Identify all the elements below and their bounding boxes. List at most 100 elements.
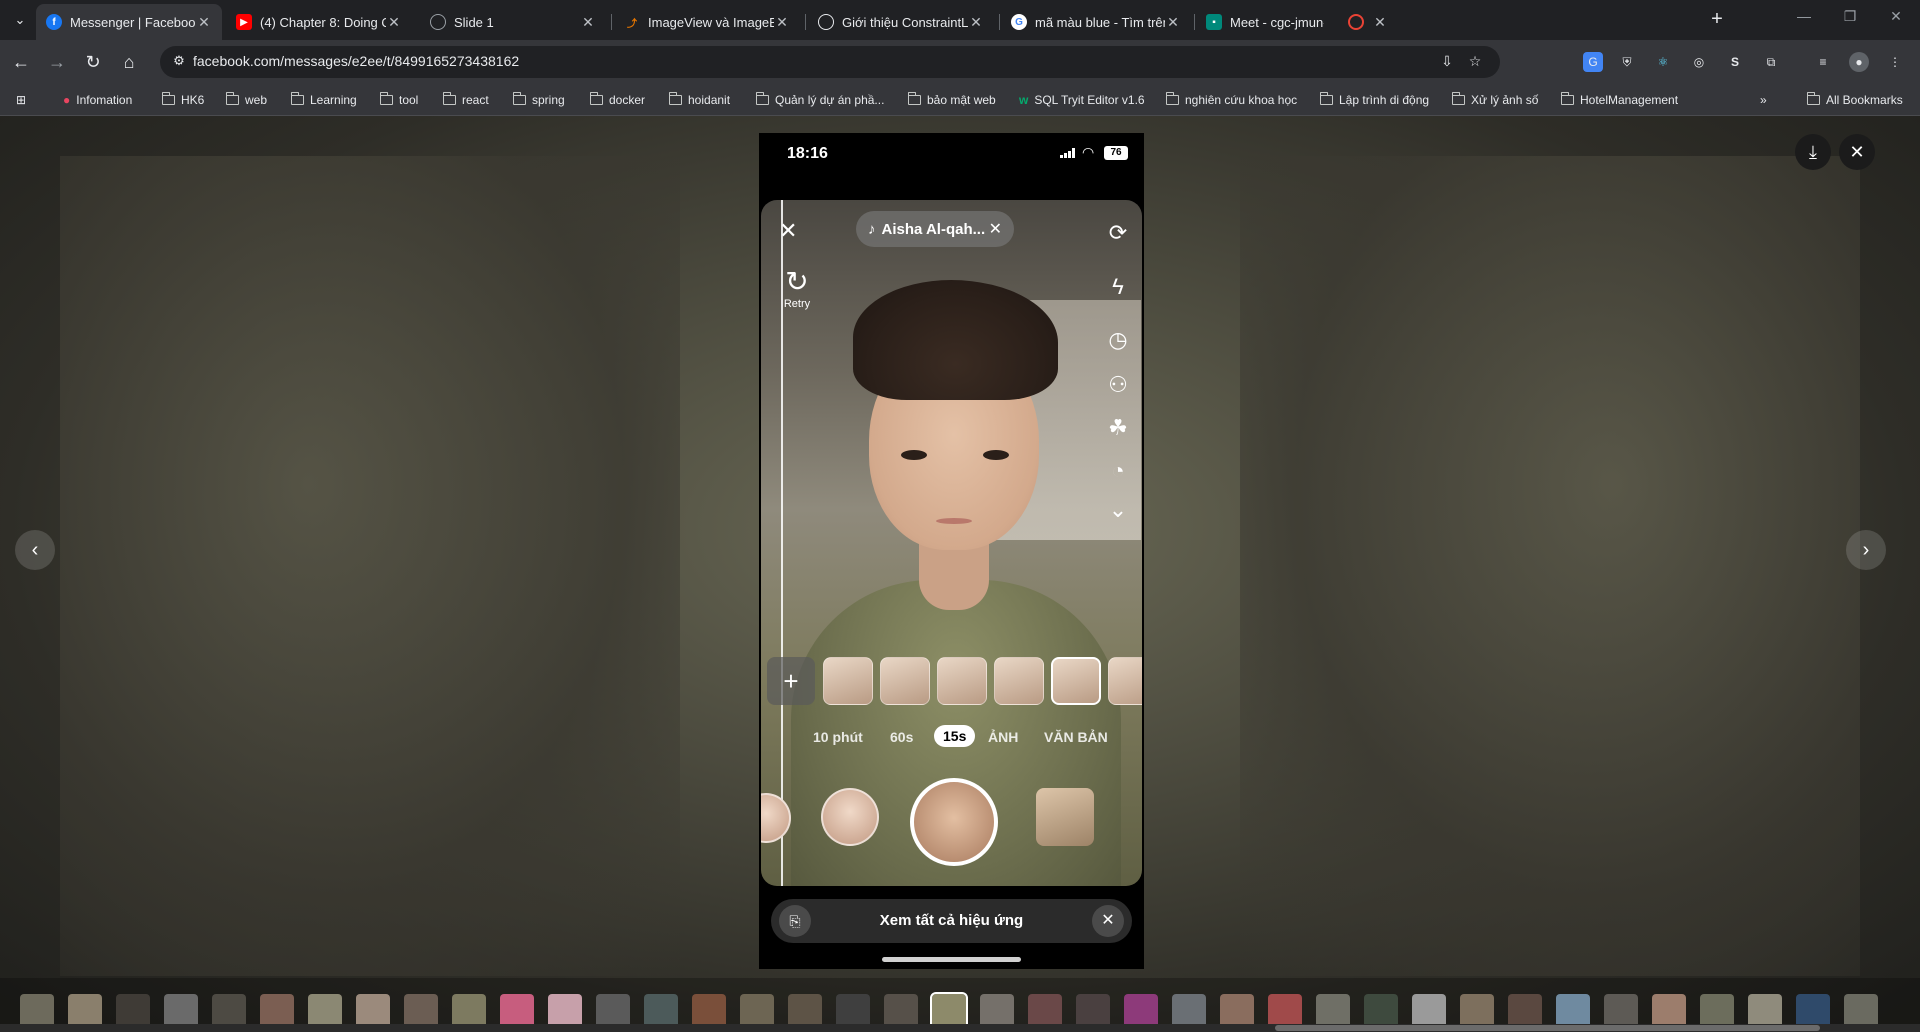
bookmark-folder-hoidanit[interactable]: hoidanit	[668, 90, 730, 110]
media-thumbnail[interactable]	[884, 994, 918, 1028]
media-thumbnail[interactable]	[1124, 994, 1158, 1028]
media-thumbnail[interactable]	[308, 994, 342, 1028]
apps-icon[interactable]: ⊞	[16, 90, 26, 110]
media-thumbnail[interactable]	[116, 994, 150, 1028]
media-thumbnail[interactable]	[1748, 994, 1782, 1028]
download-icon[interactable]: ⤓	[1795, 134, 1831, 170]
media-thumbnail[interactable]	[644, 994, 678, 1028]
bookmark-star-icon[interactable]: ☆	[1466, 53, 1484, 71]
media-thumbnail[interactable]	[596, 994, 630, 1028]
media-thumbnail[interactable]	[212, 994, 246, 1028]
bookmark-folder-web[interactable]: web	[225, 90, 267, 110]
media-thumbnail[interactable]	[1412, 994, 1446, 1028]
media-thumbnail[interactable]	[500, 994, 534, 1028]
media-thumbnail[interactable]	[1172, 994, 1206, 1028]
all-bookmarks-folder[interactable]: All Bookmarks	[1806, 90, 1903, 110]
media-thumbnail[interactable]	[164, 994, 198, 1028]
next-media-button[interactable]: ›	[1846, 530, 1886, 570]
media-control-icon[interactable]: ≡	[1813, 52, 1833, 72]
tab-meet[interactable]: ▪ Meet - cgc-jmun-hgn	[1196, 4, 1334, 40]
media-thumbnail[interactable]	[1028, 994, 1062, 1028]
close-tab-icon[interactable]: ✕	[386, 14, 402, 31]
media-thumbnail[interactable]	[1220, 994, 1254, 1028]
media-thumbnail[interactable]	[1796, 994, 1830, 1028]
record-extension-icon[interactable]: ◎	[1689, 52, 1709, 72]
media-thumbnail[interactable]	[1316, 994, 1350, 1028]
menu-icon[interactable]: ⋮	[1885, 52, 1905, 72]
bookmark-folder-hk6[interactable]: HK6	[161, 90, 204, 110]
bookmark-infomation[interactable]: ● Infomation	[63, 90, 132, 110]
media-thumbnail[interactable]	[1844, 994, 1878, 1028]
react-devtools-icon[interactable]: ⚛	[1653, 52, 1673, 72]
bookmark-folder-react[interactable]: react	[442, 90, 489, 110]
more-bookmarks-icon[interactable]: »	[1760, 90, 1767, 110]
bookmark-folder-nghien-cuu[interactable]: nghiên cứu khoa học	[1165, 90, 1297, 110]
media-thumbnail[interactable]	[1364, 994, 1398, 1028]
media-thumbnail[interactable]	[1268, 994, 1302, 1028]
media-thumbnail[interactable]	[1556, 994, 1590, 1028]
media-thumbnail[interactable]	[356, 994, 390, 1028]
media-thumbnail[interactable]	[404, 994, 438, 1028]
tab-constraintlayout[interactable]: Giới thiệu ConstraintLayout ✕	[808, 4, 994, 40]
media-thumbnail[interactable]	[740, 994, 774, 1028]
media-thumbnail[interactable]	[788, 994, 822, 1028]
home-icon[interactable]: ⌂	[117, 50, 141, 74]
close-viewer-button[interactable]: ✕	[1839, 134, 1875, 170]
close-tab-icon[interactable]: ✕	[580, 14, 596, 31]
media-thumbnail[interactable]	[20, 994, 54, 1028]
media-thumbnail[interactable]	[68, 994, 102, 1028]
url-text[interactable]: facebook.com/messages/e2ee/t/84991652734…	[193, 53, 519, 69]
media-thumbnail[interactable]	[1652, 994, 1686, 1028]
tab-imageview[interactable]: ⤴ ImageView và ImageButton tro ✕	[614, 4, 800, 40]
minimize-icon[interactable]: —	[1784, 8, 1824, 32]
scrollbar-thumb[interactable]	[1275, 1025, 1820, 1031]
bookmark-folder-learning[interactable]: Learning	[290, 90, 357, 110]
media-thumbnail[interactable]	[1604, 994, 1638, 1028]
restore-icon[interactable]: ❐	[1830, 8, 1870, 32]
new-tab-button[interactable]: +	[1705, 8, 1729, 32]
media-thumbnail[interactable]	[692, 994, 726, 1028]
media-thumbnail[interactable]	[260, 994, 294, 1028]
bookmark-folder-bao-mat-web[interactable]: bảo mật web	[907, 90, 996, 110]
bookmark-folder-tool[interactable]: tool	[379, 90, 418, 110]
bookmark-folder-hotel[interactable]: HotelManagement	[1560, 90, 1678, 110]
reload-icon[interactable]: ↻	[81, 50, 105, 74]
extensions-icon[interactable]: ⧉	[1761, 52, 1781, 72]
tab-slide[interactable]: Slide 1 ✕	[420, 4, 606, 40]
translate-icon[interactable]: G	[1583, 52, 1603, 72]
bookmark-folder-xu-ly-anh[interactable]: Xử lý ảnh số	[1451, 90, 1538, 110]
tab-messenger[interactable]: f Messenger | Facebook ✕	[36, 4, 222, 40]
close-tab-icon[interactable]: ✕	[1165, 14, 1181, 31]
close-tab-icon[interactable]: ✕	[196, 14, 212, 31]
media-thumbnail[interactable]	[548, 994, 582, 1028]
media-thumbnail[interactable]	[836, 994, 870, 1028]
bookmark-folder-docker[interactable]: docker	[589, 90, 645, 110]
s-extension-icon[interactable]: S	[1725, 52, 1745, 72]
media-thumbnail[interactable]	[1700, 994, 1734, 1028]
address-bar[interactable]: ⚙ facebook.com/messages/e2ee/t/849916527…	[160, 46, 1500, 78]
previous-media-button[interactable]: ‹	[15, 530, 55, 570]
close-tab-icon[interactable]: ✕	[968, 14, 984, 31]
tab-recording[interactable]: ✕	[1338, 4, 1398, 40]
media-thumbnail-selected[interactable]	[930, 992, 968, 1030]
tab-google-search[interactable]: G mã màu blue - Tìm trên Google ✕	[1001, 4, 1191, 40]
bookmark-folder-lap-trinh-di-dong[interactable]: Lập trình di động	[1319, 90, 1429, 110]
site-info-icon[interactable]: ⚙	[170, 53, 188, 71]
media-thumbnail[interactable]	[452, 994, 486, 1028]
close-tab-icon[interactable]: ✕	[774, 14, 790, 31]
bookmark-sql-tryit[interactable]: w SQL Tryit Editor v1.6	[1019, 90, 1145, 110]
media-thumbnail[interactable]	[1460, 994, 1494, 1028]
bookmark-folder-spring[interactable]: spring	[512, 90, 565, 110]
tab-search-icon[interactable]: ⌄	[8, 8, 32, 32]
horizontal-scrollbar[interactable]	[0, 1024, 1920, 1032]
bookmark-folder-quan-ly-du-an[interactable]: Quản lý dự án phầ...	[755, 90, 884, 110]
close-tab-icon[interactable]: ✕	[1372, 14, 1388, 31]
forward-icon[interactable]: →	[45, 50, 69, 74]
install-app-icon[interactable]: ⇩	[1438, 53, 1456, 71]
media-thumbnail[interactable]	[1508, 994, 1542, 1028]
tab-quiz[interactable]: ▶ (4) Chapter 8: Doing Quiz - Chủ ✕	[226, 4, 412, 40]
shield-icon[interactable]: ⛨	[1617, 52, 1637, 72]
media-thumbnail[interactable]	[1076, 994, 1110, 1028]
profile-avatar[interactable]: ●	[1849, 52, 1869, 72]
back-icon[interactable]: ←	[9, 50, 33, 74]
